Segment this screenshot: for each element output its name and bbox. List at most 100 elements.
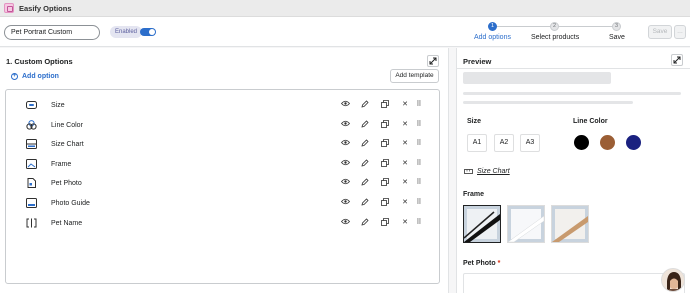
- option-label: Frame: [51, 160, 72, 168]
- visibility-eye-icon[interactable]: [340, 139, 350, 149]
- option-row-line-color[interactable]: Line Color ✕ ⠿: [6, 116, 441, 134]
- step-2-indicator[interactable]: 2: [550, 22, 559, 31]
- edit-pencil-icon[interactable]: [360, 100, 370, 110]
- option-row-pet-photo[interactable]: Pet Photo ✕ ⠿: [6, 174, 441, 192]
- edit-pencil-icon[interactable]: [360, 120, 370, 130]
- pet-photo-label-text: Pet Photo: [463, 260, 496, 267]
- size-label: Size: [467, 118, 482, 125]
- expand-icon[interactable]: [427, 55, 439, 67]
- edit-pencil-icon[interactable]: [360, 218, 370, 228]
- color-swatch-black[interactable]: [574, 135, 589, 150]
- size-chart-link[interactable]: Size Chart: [477, 168, 510, 175]
- option-row-size-chart[interactable]: Size Chart ✕ ⠿: [6, 135, 441, 153]
- size-icon: [26, 100, 37, 110]
- enabled-toggle[interactable]: [140, 28, 156, 36]
- add-template-button[interactable]: Add template: [390, 69, 439, 83]
- more-actions-button[interactable]: …: [674, 25, 686, 39]
- drag-handle-icon[interactable]: ⠿: [414, 218, 424, 228]
- delete-close-icon[interactable]: ✕: [400, 120, 410, 130]
- add-option-button[interactable]: + Add option: [11, 73, 59, 80]
- visibility-eye-icon[interactable]: [340, 159, 350, 169]
- duplicate-icon[interactable]: [380, 178, 390, 188]
- edit-pencil-icon[interactable]: [360, 159, 370, 169]
- option-row-frame[interactable]: Frame ✕ ⠿: [6, 155, 441, 173]
- drag-handle-icon[interactable]: ⠿: [414, 139, 424, 149]
- preview-title: Preview: [463, 57, 492, 66]
- save-button[interactable]: Save: [648, 25, 672, 39]
- drag-handle-icon[interactable]: ⠿: [414, 120, 424, 130]
- ruler-icon: [464, 168, 473, 177]
- color-icon: [26, 120, 37, 130]
- duplicate-icon[interactable]: [380, 120, 390, 130]
- option-set-name-input[interactable]: [4, 25, 100, 40]
- color-swatch-navy[interactable]: [626, 135, 641, 150]
- step-1-label[interactable]: Add options: [474, 34, 511, 41]
- delete-close-icon[interactable]: ✕: [400, 100, 410, 110]
- options-list: Size ✕ ⠿ Line Color ✕ ⠿ Size Chart ✕ ⠿ F…: [5, 89, 440, 284]
- photo-upload-icon: [26, 178, 36, 188]
- duplicate-icon[interactable]: [380, 218, 390, 228]
- step-3-indicator[interactable]: 3: [612, 22, 621, 31]
- status-badge: Enabled: [110, 26, 143, 38]
- option-label: Size Chart: [51, 140, 84, 148]
- size-option-a3[interactable]: A3: [520, 134, 540, 152]
- pet-photo-label: Pet Photo *: [463, 260, 500, 267]
- duplicate-icon[interactable]: [380, 100, 390, 110]
- user-avatar[interactable]: [661, 268, 685, 292]
- edit-pencil-icon[interactable]: [360, 139, 370, 149]
- size-option-a2[interactable]: A2: [494, 134, 514, 152]
- option-label: Pet Photo: [51, 179, 82, 187]
- step-1-indicator[interactable]: 1: [488, 22, 497, 31]
- option-label: Line Color: [51, 121, 83, 129]
- section-title: 1. Custom Options: [6, 57, 73, 66]
- expand-icon[interactable]: [671, 54, 683, 66]
- editor-header: Enabled 1 Add options 2 Select products …: [0, 17, 690, 47]
- title-bar: Easify Options: [0, 0, 690, 17]
- options-panel: 1. Custom Options + Add option Add templ…: [0, 48, 449, 293]
- drag-handle-icon[interactable]: ⠿: [414, 159, 424, 169]
- delete-close-icon[interactable]: ✕: [400, 218, 410, 228]
- window-title: Easify Options: [19, 3, 72, 13]
- step-connector: [493, 26, 555, 27]
- delete-close-icon[interactable]: ✕: [400, 178, 410, 188]
- option-row-pet-name[interactable]: Pet Name ✕ ⠿: [6, 214, 441, 232]
- duplicate-icon[interactable]: [380, 139, 390, 149]
- frame-option-white[interactable]: [507, 205, 545, 243]
- drag-handle-icon[interactable]: ⠿: [414, 100, 424, 110]
- delete-close-icon[interactable]: ✕: [400, 198, 410, 208]
- delete-close-icon[interactable]: ✕: [400, 139, 410, 149]
- visibility-eye-icon[interactable]: [340, 100, 350, 110]
- title-placeholder: [463, 72, 611, 84]
- frame-icon: [26, 159, 37, 169]
- photo-upload-area[interactable]: [463, 273, 685, 293]
- edit-pencil-icon[interactable]: [360, 198, 370, 208]
- option-row-photo-guide[interactable]: Photo Guide ✕ ⠿: [6, 194, 441, 212]
- drag-handle-icon[interactable]: ⠿: [414, 198, 424, 208]
- frame-option-black[interactable]: [463, 205, 501, 243]
- option-label: Photo Guide: [51, 199, 90, 207]
- preview-panel: Preview Size A1 A2 A3 Line Color Size Ch…: [456, 48, 690, 293]
- visibility-eye-icon[interactable]: [340, 120, 350, 130]
- drag-handle-icon[interactable]: ⠿: [414, 178, 424, 188]
- size-option-a1[interactable]: A1: [467, 134, 487, 152]
- color-swatch-brown[interactable]: [600, 135, 615, 150]
- duplicate-icon[interactable]: [380, 159, 390, 169]
- edit-pencil-icon[interactable]: [360, 178, 370, 188]
- option-row-size[interactable]: Size ✕ ⠿: [6, 96, 441, 114]
- visibility-eye-icon[interactable]: [340, 218, 350, 228]
- frame-option-wood[interactable]: [551, 205, 589, 243]
- visibility-eye-icon[interactable]: [340, 198, 350, 208]
- step-connector: [558, 26, 615, 27]
- preview-content: [457, 68, 690, 69]
- option-label: Size: [51, 101, 65, 109]
- duplicate-icon[interactable]: [380, 198, 390, 208]
- line-color-label: Line Color: [573, 118, 608, 125]
- delete-close-icon[interactable]: ✕: [400, 159, 410, 169]
- text-icon: [26, 218, 37, 228]
- step-2-label[interactable]: Select products: [531, 34, 579, 41]
- photo-guide-icon: [26, 198, 37, 208]
- step-3-label[interactable]: Save: [609, 34, 625, 41]
- plus-circle-icon: +: [11, 73, 18, 80]
- visibility-eye-icon[interactable]: [340, 178, 350, 188]
- text-placeholder: [463, 101, 633, 104]
